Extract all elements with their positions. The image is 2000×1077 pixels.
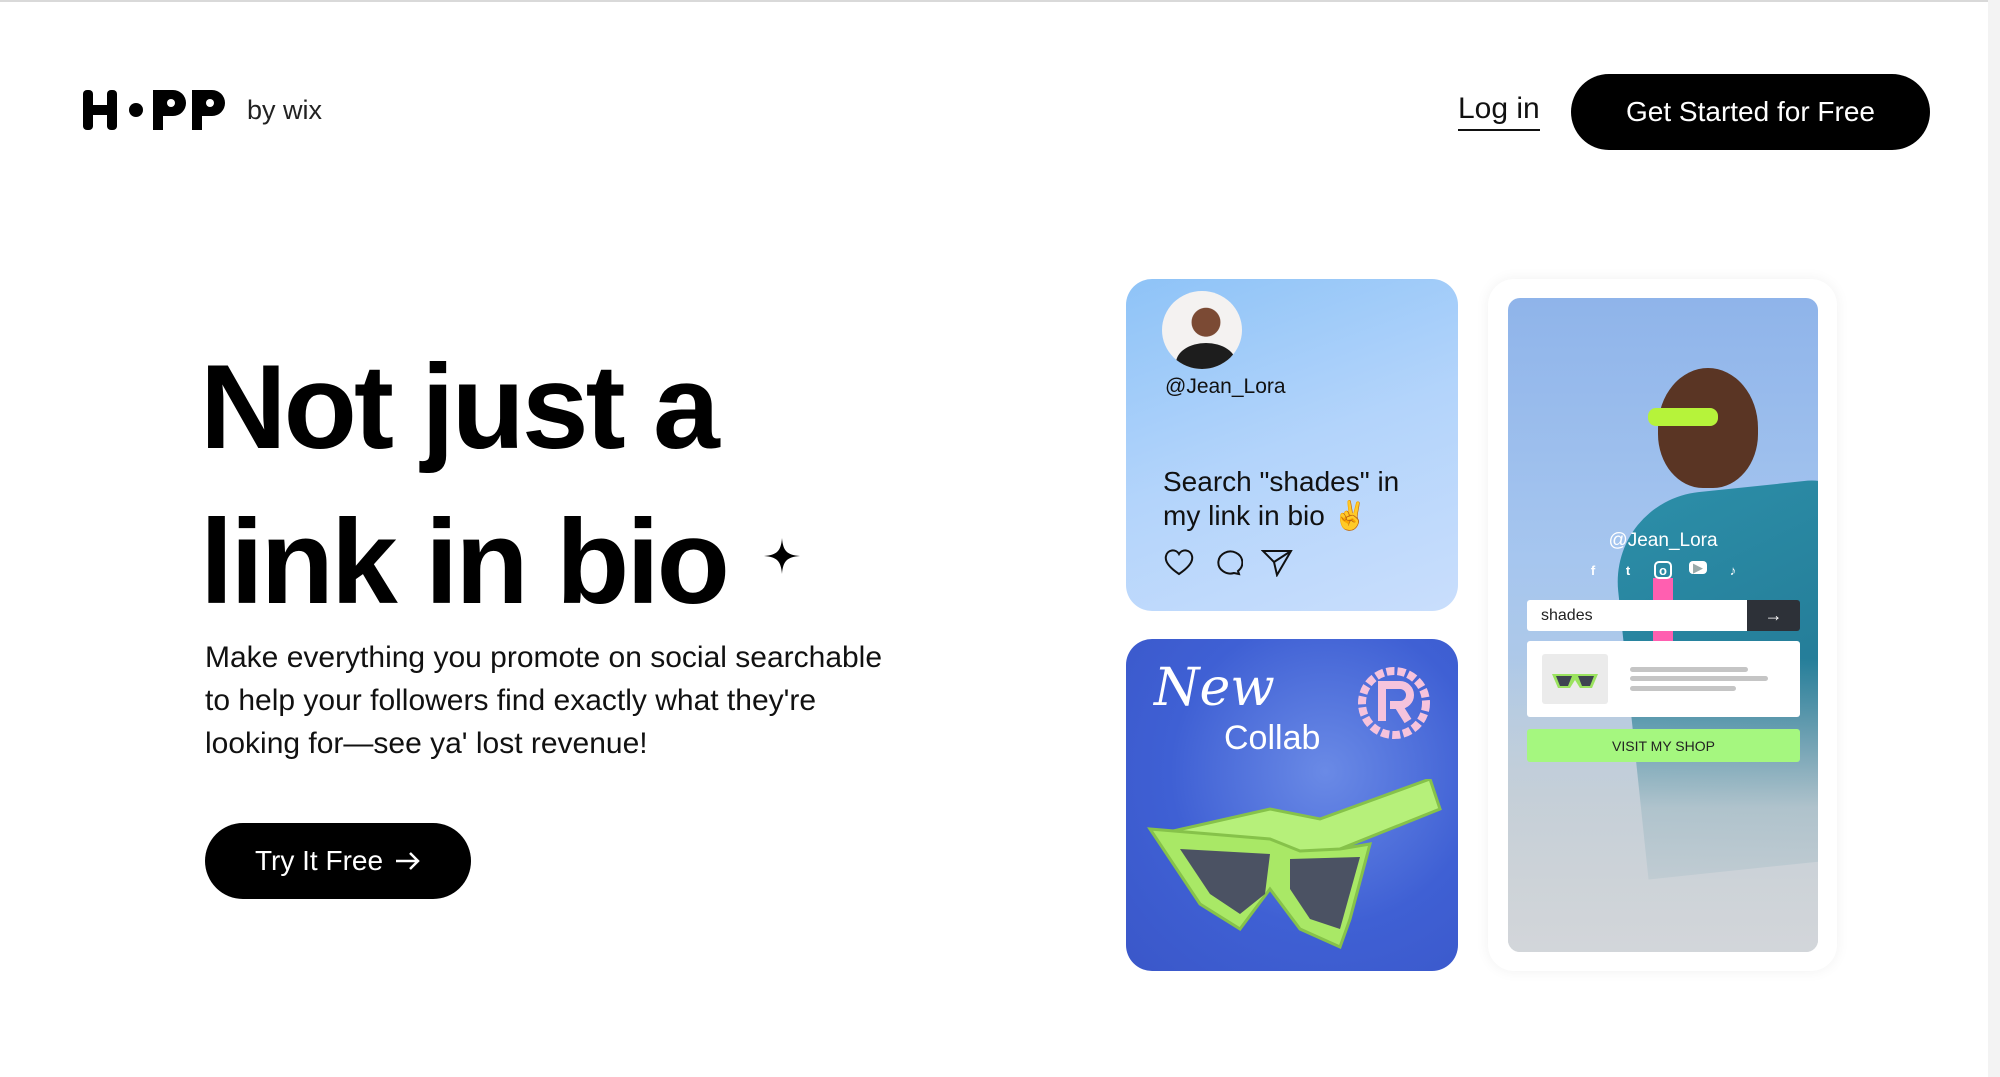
phone-screen: @Jean_Lora f t o ▶ ♪ shades → VISIT MY S… [1508,298,1818,952]
youtube-icon[interactable]: ▶ [1689,560,1707,575]
tiktok-icon[interactable]: ♪ [1724,561,1742,579]
phone-mockup: @Jean_Lora f t o ▶ ♪ shades → VISIT MY S… [1488,279,1837,971]
placeholder-line [1630,686,1736,691]
phone-search[interactable]: shades → [1527,600,1800,631]
hopp-logo[interactable]: by wix [83,88,322,132]
sparkle-icon [764,538,800,574]
hero-headline: Not just a link in bio [200,330,730,640]
avatar [1162,291,1242,369]
profile-photo-head [1658,368,1758,488]
top-border [0,0,2000,2]
comment-icon[interactable] [1213,547,1243,577]
facebook-icon[interactable]: f [1584,561,1602,579]
try-label: Try It Free [254,845,384,876]
arrow-right-icon [396,852,420,870]
login-link[interactable]: Log in [1458,92,1540,131]
collab-card: New Collab [1126,639,1458,971]
post-card: @Jean_Lora Search "shades" in my link in… [1126,279,1458,611]
search-result-card[interactable] [1527,641,1800,717]
instagram-icon[interactable]: o [1654,561,1672,579]
collab-title-line1: New [1154,658,1275,718]
collab-title: New Collab [1154,662,1321,763]
try-it-free-button[interactable]: Try It Free [205,823,471,899]
heart-icon[interactable] [1163,547,1195,577]
sunglasses-thumbnail-icon [1552,674,1598,688]
headline-line-2: link in bio [200,495,730,629]
get-started-button[interactable]: Get Started for Free [1571,74,1930,150]
twitter-icon[interactable]: t [1619,561,1637,579]
visit-shop-button[interactable]: VISIT MY SHOP [1527,729,1800,762]
post-text: Search "shades" in my link in bio ✌️ [1163,466,1400,531]
placeholder-line [1630,667,1748,672]
scrollbar[interactable] [1988,0,2000,1077]
product-thumbnail [1542,654,1608,704]
profile-photo-glasses [1648,408,1718,426]
search-input[interactable]: shades [1527,600,1747,631]
hopp-logo-mark [83,90,225,130]
hero-description: Make everything you promote on social se… [205,641,883,760]
phone-handle: @Jean_Lora [1608,530,1718,551]
logo-suffix: by wix [247,94,323,125]
headline-line-1: Not just a [200,340,720,474]
social-icons: f t o ▶ ♪ [1508,560,1818,579]
placeholder-line [1630,676,1768,681]
post-handle: @Jean_Lora [1165,375,1286,398]
search-submit-arrow-icon[interactable]: → [1747,600,1800,631]
sunglasses-image [1147,779,1442,950]
brand-badge-icon [1358,667,1430,739]
send-icon[interactable] [1261,547,1293,577]
collab-title-line2: Collab [1224,719,1321,757]
